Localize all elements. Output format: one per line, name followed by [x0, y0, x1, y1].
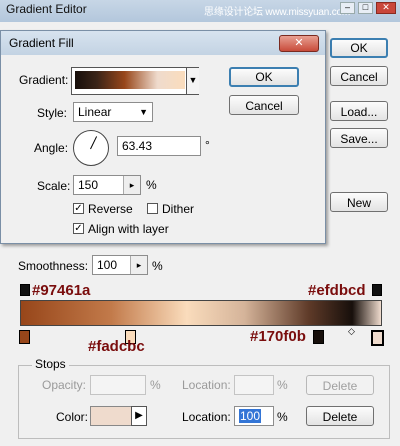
angle-dial-needle: [90, 136, 98, 150]
style-label: Style:: [37, 106, 68, 120]
dither-checkbox[interactable]: [147, 203, 158, 214]
chevron-down-icon[interactable]: ▼: [186, 68, 199, 94]
opacity-unit: %: [150, 378, 161, 392]
chevron-right-icon[interactable]: ▸: [130, 256, 147, 274]
style-select[interactable]: Linear ▼: [73, 102, 153, 122]
smoothness-input[interactable]: 100 ▸: [92, 255, 148, 275]
midpoint-diamond-icon[interactable]: ◇: [348, 326, 355, 337]
stops-group-label: Stops: [32, 357, 69, 371]
close-icon[interactable]: ✕: [376, 2, 396, 14]
angle-label: Angle:: [34, 141, 69, 155]
chevron-down-icon: ▼: [139, 107, 148, 117]
annotation-bottom-left: #fadcbc: [88, 338, 145, 355]
color-menu-arrow-icon[interactable]: ▶: [131, 406, 147, 426]
editor-new-button[interactable]: New: [330, 192, 388, 212]
chevron-right-icon[interactable]: ▸: [123, 176, 140, 194]
gradient-label: Gradient:: [19, 73, 69, 87]
opacity-stop-left[interactable]: [20, 284, 30, 296]
smoothness-label: Smoothness:: [18, 259, 89, 273]
editor-cancel-button[interactable]: Cancel: [330, 66, 388, 86]
color-location-unit: %: [277, 410, 288, 424]
gradient-fill-cancel-button[interactable]: Cancel: [229, 95, 299, 115]
scale-label: Scale:: [37, 179, 71, 193]
color-stop-1[interactable]: [19, 330, 30, 344]
opacity-stop-right[interactable]: [372, 284, 382, 296]
color-location-label: Location:: [182, 410, 231, 424]
editor-load-button[interactable]: Load...: [330, 101, 388, 121]
minimize-icon[interactable]: –: [340, 2, 355, 14]
opacity-label: Opacity:: [42, 378, 87, 392]
opacity-location-unit: %: [277, 378, 288, 392]
color-location-input[interactable]: 100: [234, 406, 274, 426]
editor-ok-button[interactable]: OK: [330, 38, 388, 58]
angle-input[interactable]: 63.43: [117, 136, 201, 156]
smoothness-unit: %: [152, 259, 163, 273]
gradient-editor-titlebar: Gradient Editor 思缘设计论坛 www.missyuan.com …: [0, 0, 400, 22]
color-delete-button[interactable]: Delete: [306, 406, 374, 426]
align-with-layer-label: Align with layer: [88, 222, 169, 236]
annotation-top-left: #97461a: [32, 282, 91, 299]
scale-value: 150: [78, 178, 99, 192]
reverse-label: Reverse: [88, 202, 133, 216]
color-swatch[interactable]: [90, 406, 132, 426]
angle-unit: °: [205, 138, 210, 152]
editor-save-button[interactable]: Save...: [330, 128, 388, 148]
gradient-fill-ok-button[interactable]: OK: [229, 67, 299, 87]
reverse-checkbox[interactable]: ✓: [73, 203, 84, 214]
color-stop-4-selected[interactable]: [371, 330, 384, 346]
style-value: Linear: [78, 105, 112, 119]
gradient-editor-title: Gradient Editor: [6, 2, 87, 16]
scale-input[interactable]: 150 ▸: [73, 175, 141, 195]
gradient-picker[interactable]: ▼: [71, 67, 199, 95]
dither-label: Dither: [162, 202, 195, 216]
annotation-bottom-right: #170f0b: [250, 328, 306, 345]
close-icon[interactable]: ✕: [279, 35, 319, 52]
gradient-fill-title: Gradient Fill: [9, 36, 74, 50]
watermark-text: 思缘设计论坛 www.missyuan.com: [204, 7, 350, 18]
maximize-icon[interactable]: □: [358, 2, 373, 14]
opacity-location-label: Location:: [182, 378, 231, 392]
align-with-layer-checkbox[interactable]: ✓: [73, 223, 84, 234]
angle-dial[interactable]: [73, 130, 109, 166]
opacity-location-input-disabled: [234, 375, 274, 395]
color-label: Color:: [56, 410, 89, 424]
smoothness-value: 100: [97, 258, 118, 272]
scale-unit: %: [146, 178, 157, 192]
color-stop-3[interactable]: [313, 330, 324, 344]
gradient-ramp[interactable]: [20, 300, 382, 326]
gradient-fill-dialog: Gradient Fill ✕ Gradient: ▼ OK Cancel St…: [0, 30, 326, 244]
opacity-input-disabled: [90, 375, 146, 395]
gradient-fill-titlebar: Gradient Fill ✕: [1, 31, 325, 55]
annotation-top-right: #efdbcd: [308, 282, 366, 299]
gradient-preview: [75, 71, 185, 89]
opacity-delete-button: Delete: [306, 375, 374, 395]
color-location-value: 100: [239, 409, 262, 423]
